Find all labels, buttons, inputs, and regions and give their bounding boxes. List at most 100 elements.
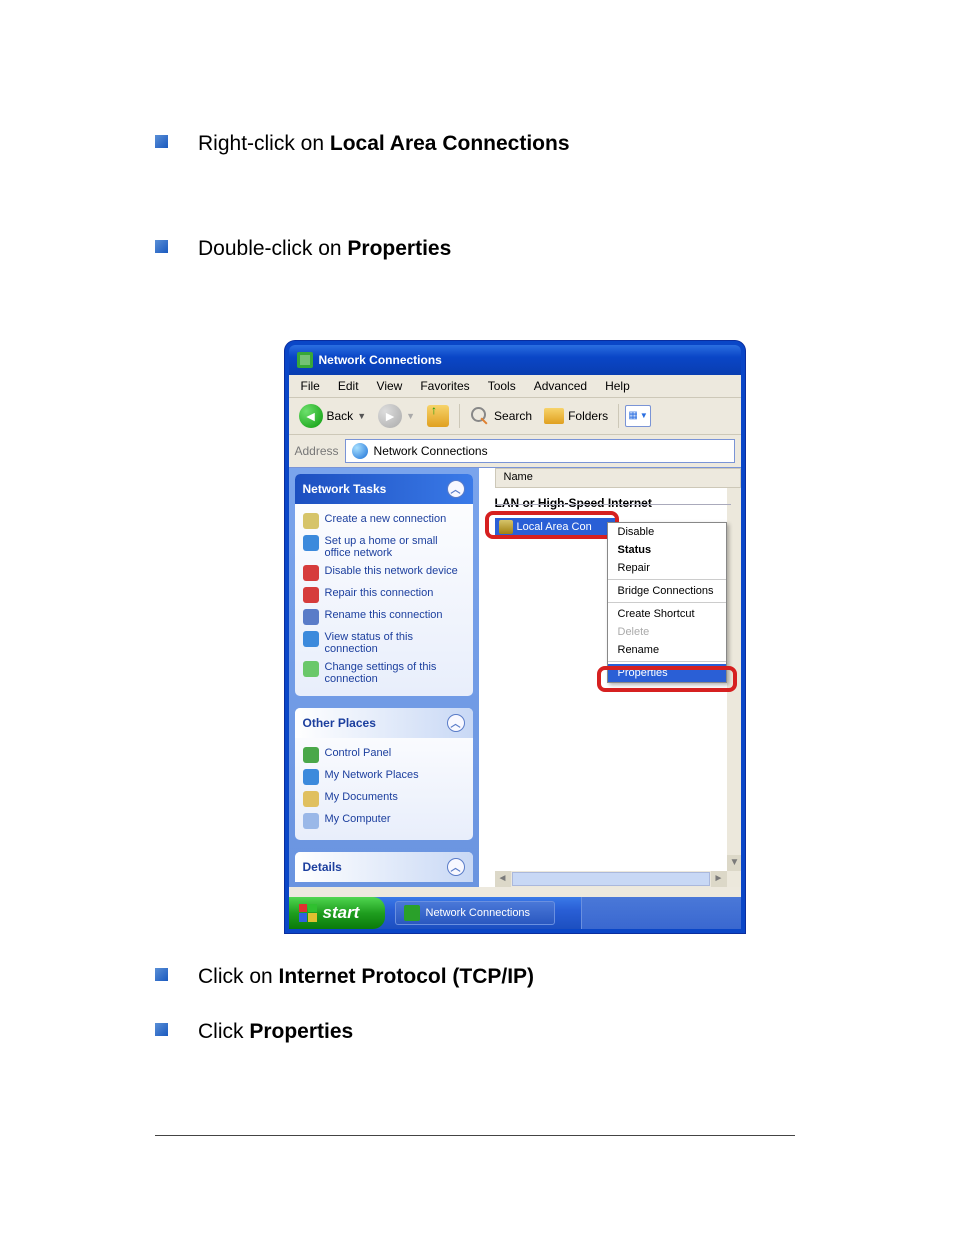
dropdown-icon[interactable]: ▼: [357, 411, 366, 421]
bullet-icon: [155, 968, 168, 981]
place-my-computer[interactable]: My Computer: [301, 810, 467, 832]
menu-view[interactable]: View: [369, 377, 411, 395]
views-button[interactable]: ▦▼: [625, 405, 651, 427]
ctx-shortcut[interactable]: Create Shortcut: [608, 605, 726, 623]
context-menu[interactable]: Disable Status Repair Bridge Connections…: [607, 522, 727, 683]
app-icon: [404, 905, 420, 921]
toolbar-separator: [459, 404, 460, 428]
control-panel-icon: [303, 747, 319, 763]
place-documents[interactable]: My Documents: [301, 788, 467, 810]
highlight-annotation: [597, 666, 737, 692]
scroll-down-icon[interactable]: ▼: [727, 855, 741, 871]
step-1-text: Right-click on Local Area Connections: [198, 130, 570, 157]
search-button[interactable]: Search: [466, 404, 536, 428]
address-field[interactable]: Network Connections: [345, 439, 735, 463]
column-name-header[interactable]: Name: [495, 468, 741, 488]
taskbar-app-network-connections[interactable]: Network Connections: [395, 901, 555, 925]
window-network-connections: Network Connections File Edit View Favor…: [285, 341, 745, 933]
menu-advanced[interactable]: Advanced: [526, 377, 595, 395]
menubar[interactable]: File Edit View Favorites Tools Advanced …: [289, 375, 741, 397]
menu-help[interactable]: Help: [597, 377, 638, 395]
scroll-left-icon[interactable]: ◄: [495, 871, 511, 887]
task-view-status[interactable]: View status of this connection: [301, 628, 467, 658]
start-label: start: [323, 903, 360, 923]
back-label: Back: [327, 409, 354, 423]
views-icon: ▦: [628, 410, 637, 421]
step-3-text: Click on Internet Protocol (TCP/IP): [198, 963, 534, 990]
app-label: Network Connections: [426, 907, 531, 919]
up-button[interactable]: [423, 403, 453, 429]
toolbar-separator: [618, 404, 619, 428]
window-title: Network Connections: [319, 353, 442, 367]
scroll-thumb[interactable]: [512, 872, 710, 886]
disable-icon: [303, 565, 319, 581]
ctx-repair[interactable]: Repair: [608, 559, 726, 577]
folders-button[interactable]: Folders: [540, 406, 612, 426]
sidebar: Network Tasks ︿ Create a new connection …: [289, 468, 479, 887]
place-control-panel[interactable]: Control Panel: [301, 744, 467, 766]
folders-label: Folders: [568, 409, 608, 423]
horizontal-scrollbar[interactable]: ◄ ►: [495, 871, 727, 887]
highlight-annotation: [485, 511, 619, 539]
title-icon: [297, 352, 313, 368]
home-icon: [303, 535, 319, 551]
ctx-delete: Delete: [608, 623, 726, 641]
place-network-places[interactable]: My Network Places: [301, 766, 467, 788]
folder-up-icon: [427, 405, 449, 427]
wizard-icon: [303, 513, 319, 529]
dropdown-icon[interactable]: ▼: [406, 411, 415, 421]
network-places-icon: [303, 769, 319, 785]
task-change-settings[interactable]: Change settings of this connection: [301, 658, 467, 688]
ctx-separator: [608, 602, 726, 603]
section-divider: [495, 504, 731, 505]
start-button[interactable]: start: [289, 897, 385, 929]
taskbar: start Network Connections: [289, 897, 741, 929]
details-head: Details: [303, 860, 342, 874]
task-disable-device[interactable]: Disable this network device: [301, 562, 467, 584]
panel-other-places: Other Places ︿ Control Panel My Network …: [295, 708, 473, 840]
forward-button[interactable]: ► ▼: [374, 402, 419, 430]
network-tasks-head: Network Tasks: [303, 482, 387, 496]
task-create-connection[interactable]: Create a new connection: [301, 510, 467, 532]
collapse-icon[interactable]: ︿: [447, 714, 465, 732]
ctx-separator: [608, 579, 726, 580]
ctx-bridge[interactable]: Bridge Connections: [608, 582, 726, 600]
address-value: Network Connections: [374, 444, 488, 458]
bullet-icon: [155, 135, 168, 148]
globe-icon: [352, 443, 368, 459]
menu-edit[interactable]: Edit: [330, 377, 367, 395]
menu-tools[interactable]: Tools: [480, 377, 524, 395]
search-icon: [470, 406, 490, 426]
ctx-rename[interactable]: Rename: [608, 641, 726, 659]
folders-icon: [544, 408, 564, 424]
panel-details: Details ︿: [295, 852, 473, 882]
repair-icon: [303, 587, 319, 603]
address-label: Address: [295, 444, 339, 458]
documents-icon: [303, 791, 319, 807]
ctx-status[interactable]: Status: [608, 541, 726, 559]
collapse-icon[interactable]: ︿: [447, 858, 465, 876]
task-rename[interactable]: Rename this connection: [301, 606, 467, 628]
ctx-separator: [608, 661, 726, 662]
search-label: Search: [494, 409, 532, 423]
windows-logo-icon: [299, 904, 317, 922]
settings-icon: [303, 661, 319, 677]
rename-icon: [303, 609, 319, 625]
bullet-icon: [155, 240, 168, 253]
task-setup-network[interactable]: Set up a home or small office network: [301, 532, 467, 562]
list-pane[interactable]: ▲ ▼ Name LAN or High-Speed Internet Loca…: [479, 468, 741, 887]
window-titlebar[interactable]: Network Connections: [289, 345, 741, 375]
collapse-icon[interactable]: ︿: [447, 480, 465, 498]
other-places-head: Other Places: [303, 716, 376, 730]
task-repair[interactable]: Repair this connection: [301, 584, 467, 606]
panel-network-tasks: Network Tasks ︿ Create a new connection …: [295, 474, 473, 696]
back-icon: ◄: [299, 404, 323, 428]
scroll-right-icon[interactable]: ►: [711, 871, 727, 887]
menu-file[interactable]: File: [293, 377, 328, 395]
back-button[interactable]: ◄ Back ▼: [295, 402, 371, 430]
menu-favorites[interactable]: Favorites: [412, 377, 477, 395]
system-tray[interactable]: [581, 897, 741, 929]
page-footer-rule: [155, 1135, 795, 1136]
ctx-disable[interactable]: Disable: [608, 523, 726, 541]
toolbar: ◄ Back ▼ ► ▼ Search Folder: [289, 397, 741, 434]
